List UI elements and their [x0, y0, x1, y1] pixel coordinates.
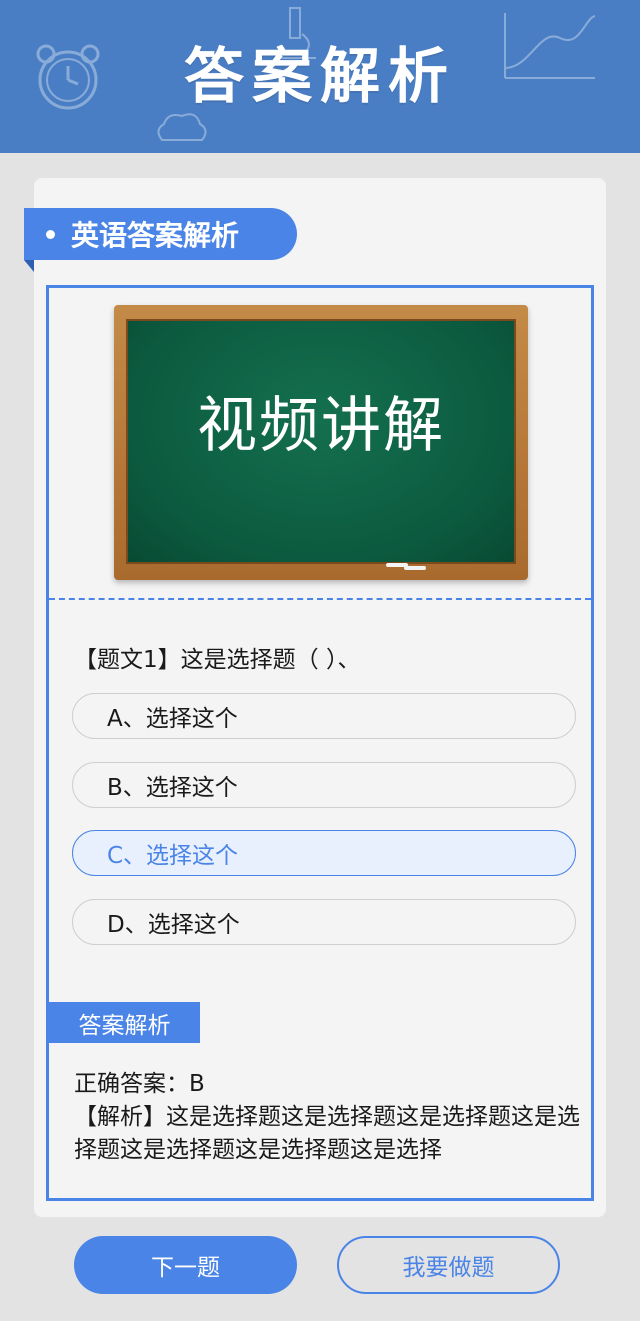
page-title: 答案解析: [184, 42, 456, 112]
option-b[interactable]: B、选择这个: [72, 762, 576, 808]
option-d[interactable]: D、选择这个: [72, 899, 576, 945]
header-banner: 答案解析: [0, 0, 640, 153]
option-label: B、选择这个: [107, 775, 238, 801]
correct-answer: 正确答案：B: [74, 1071, 205, 1097]
next-question-button[interactable]: 下一题: [74, 1236, 297, 1294]
option-label: D、选择这个: [107, 912, 240, 938]
chalkboard-surface: 视频讲解: [126, 319, 516, 564]
video-label: 视频讲解: [197, 391, 445, 461]
explanation-text: 【解析】这是选择题这是选择题这是选择题这是选择题这是选择题这是选择题这是选择: [74, 1104, 580, 1163]
video-chalkboard[interactable]: 视频讲解: [114, 305, 528, 580]
practice-button[interactable]: 我要做题: [337, 1236, 560, 1294]
analysis-body: 正确答案：B 【解析】这是选择题这是选择题这是选择题这是选择题这是选择题这是选择…: [74, 1068, 580, 1167]
tab-fold: [24, 260, 34, 272]
section-title-tab: 英语答案解析: [24, 208, 297, 260]
option-c[interactable]: C、选择这个: [72, 830, 576, 876]
dashed-divider: [49, 598, 591, 600]
section-title: 英语答案解析: [71, 219, 240, 252]
analysis-heading: 答案解析: [49, 1002, 200, 1043]
bullet-dot: [46, 229, 55, 239]
option-label: C、选择这个: [107, 843, 239, 869]
option-a[interactable]: A、选择这个: [72, 693, 576, 739]
question-text: 【题文1】这是选择题（ ）、: [74, 647, 361, 673]
option-label: A、选择这个: [107, 706, 238, 732]
chalk-piece: [404, 566, 426, 570]
